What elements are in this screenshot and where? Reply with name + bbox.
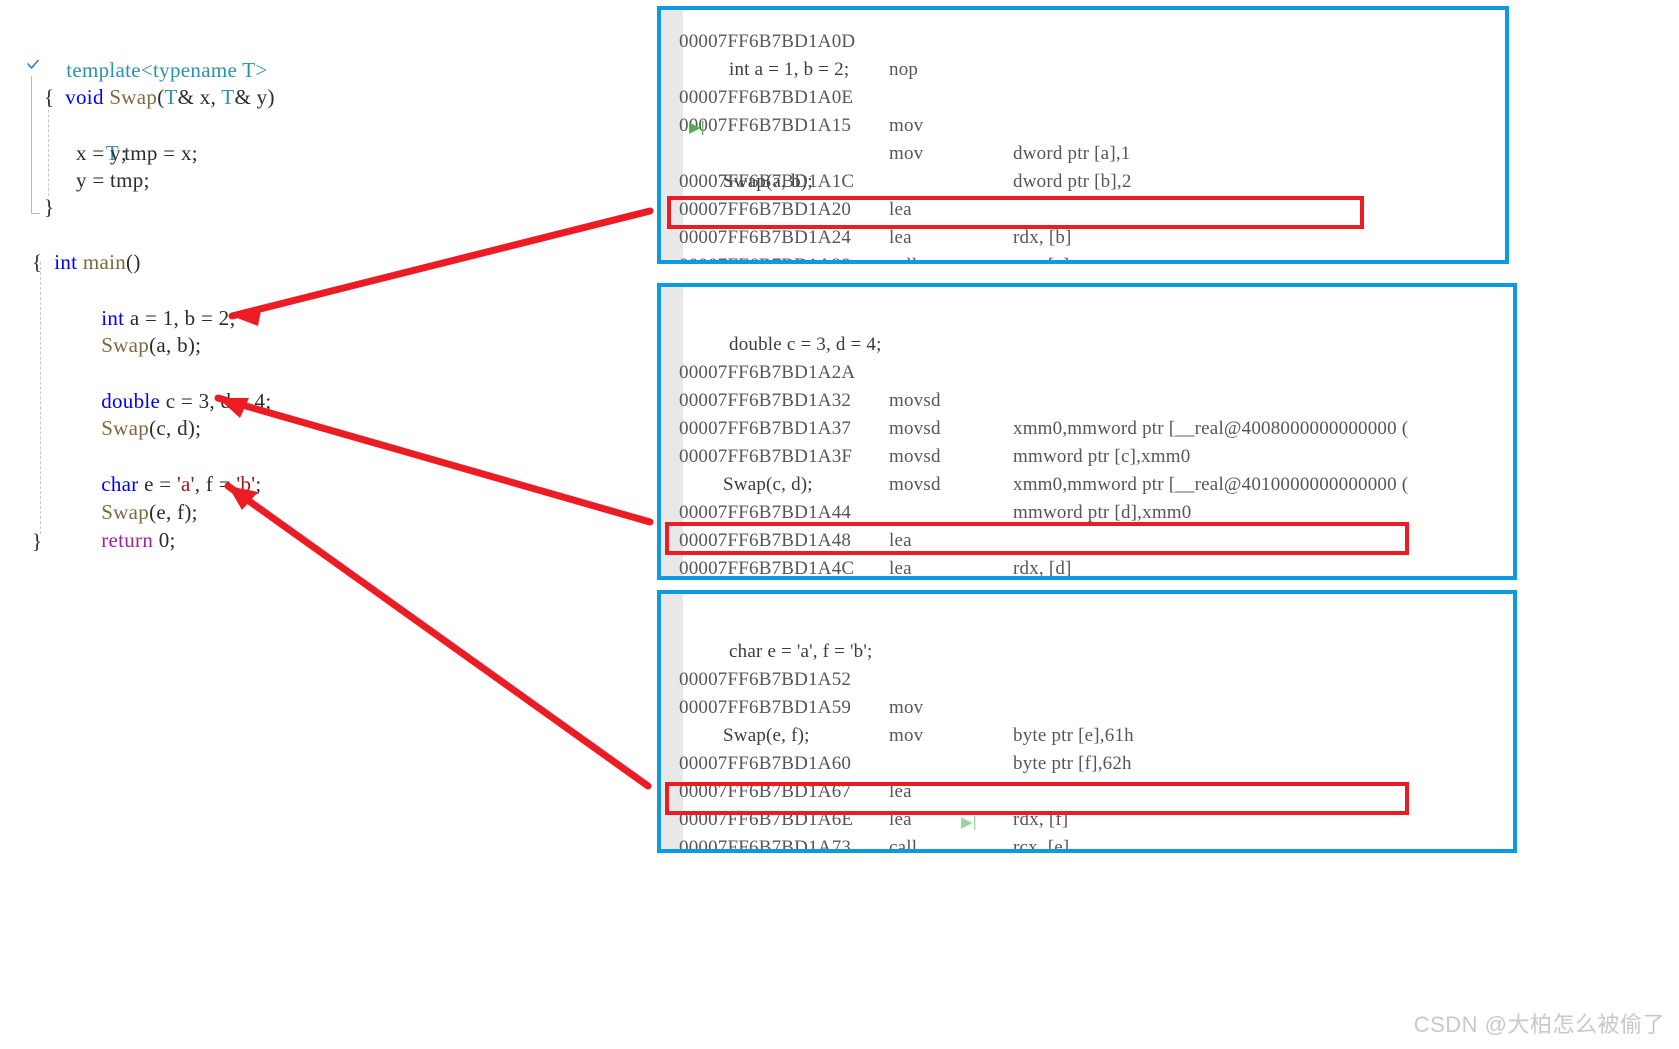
asm-address: 00007FF6B7BD1A24 bbox=[679, 227, 852, 248]
asm-operands: xmm0,mmword ptr [__real@4008000000000000… bbox=[1013, 418, 1409, 439]
collapse-chevron-icon[interactable] bbox=[26, 58, 40, 72]
code-line: { bbox=[44, 85, 55, 109]
asm-address: 00007FF6B7BD1A37 bbox=[679, 418, 852, 439]
asm-mnemonic: movsd bbox=[889, 474, 941, 495]
asm-address: 00007FF6B7BD1A0D bbox=[679, 31, 856, 52]
code-line: return 0; bbox=[101, 528, 176, 552]
asm-operands: byte ptr [f],62h bbox=[1013, 753, 1132, 774]
asm-mnemonic: mov bbox=[889, 143, 924, 164]
asm-mnemonic: movsd bbox=[889, 390, 941, 411]
asm-operands: dword ptr [b],2 bbox=[1013, 171, 1132, 192]
asm-operands: rdx, [b] bbox=[1013, 227, 1072, 248]
code-token: Swap bbox=[109, 85, 158, 109]
source-text: double c = 3, d = 4; bbox=[729, 334, 882, 355]
asm-mnemonic: call bbox=[889, 252, 917, 260]
watermark: CSDN @大柏怎么被偷了 bbox=[1413, 1012, 1665, 1037]
disassembly-panel-int: 00007FF6B7BD1A0D nop int a = 1, b = 2; 0… bbox=[657, 6, 1509, 264]
code-line: { bbox=[32, 250, 43, 274]
asm-address: 00007FF6B7BD1A29 bbox=[679, 252, 851, 260]
asm-row[interactable]: 00007FF6B7BD1A29 nop bbox=[661, 224, 851, 260]
code-token: void bbox=[65, 85, 104, 109]
step-marker-icon[interactable]: ▶| bbox=[689, 120, 705, 135]
asm-mnemonic: movsd bbox=[889, 446, 941, 467]
asm-address: 00007FF6B7BD1A73 bbox=[679, 837, 852, 853]
asm-operands: dword ptr [a],1 bbox=[1013, 143, 1131, 164]
asm-operands: rcx, [e] bbox=[1013, 837, 1070, 853]
source-text: Swap(e, f); bbox=[723, 725, 810, 746]
asm-mnemonic: mov bbox=[889, 725, 924, 746]
asm-address: 00007FF6B7BD1A4C bbox=[679, 558, 855, 579]
asm-address: 00007FF6B7BD1A48 bbox=[679, 530, 852, 551]
asm-mnemonic: call bbox=[889, 837, 918, 853]
asm-mnemonic: lea bbox=[889, 558, 912, 579]
asm-operands: rcx, [a] bbox=[1013, 252, 1069, 260]
source-text: int a = 1, b = 2; bbox=[729, 59, 850, 80]
asm-operands: mmword ptr [d],xmm0 bbox=[1013, 502, 1192, 523]
asm-address: 00007FF6B7BD1A0E bbox=[679, 87, 854, 108]
disassembly-panel-char: char e = 'a', f = 'b'; 00007FF6B7BD1A52 … bbox=[657, 590, 1517, 853]
asm-mnemonic: nop bbox=[889, 59, 919, 80]
asm-row[interactable]: 00007FF6B7BD1A73 nop ▶| bbox=[661, 806, 977, 849]
asm-mnemonic: lea bbox=[889, 809, 912, 830]
asm-operands: rdx, [f] bbox=[1013, 809, 1069, 830]
code-line: } bbox=[44, 195, 55, 219]
asm-mnemonic: lea bbox=[889, 227, 912, 248]
asm-address: 00007FF6B7BD1A6E bbox=[679, 809, 854, 830]
asm-address: 00007FF6B7BD1A60 bbox=[679, 753, 852, 774]
asm-operands: xmm0,mmword ptr [__real@4010000000000000… bbox=[1013, 474, 1409, 495]
code-line: } bbox=[32, 529, 43, 553]
asm-address: 00007FF6B7BD1A2A bbox=[679, 362, 856, 383]
asm-address: 00007FF6B7BD1A67 bbox=[679, 781, 852, 802]
code-line: x = y; bbox=[76, 141, 127, 165]
asm-mnemonic: lea bbox=[889, 781, 912, 802]
code-line: y = tmp; bbox=[76, 168, 150, 192]
asm-address: 00007FF6B7BD1A59 bbox=[679, 697, 852, 718]
asm-row[interactable]: 00007FF6B7BD1A51 nop bbox=[661, 555, 681, 576]
asm-operands: rdx, [d] bbox=[1013, 558, 1072, 579]
step-marker-icon[interactable]: ▶| bbox=[961, 815, 977, 830]
disassembly-panel-double: double c = 3, d = 4; 00007FF6B7BD1A2A mo… bbox=[657, 283, 1517, 580]
asm-address: 00007FF6B7BD1A44 bbox=[679, 502, 852, 523]
code-token: int bbox=[54, 250, 78, 274]
asm-mnemonic: mov bbox=[889, 697, 924, 718]
asm-mnemonic: lea bbox=[889, 199, 912, 220]
asm-operands: byte ptr [e],61h bbox=[1013, 725, 1134, 746]
asm-address: 00007FF6B7BD1A1C bbox=[679, 171, 855, 192]
asm-address: 00007FF6B7BD1A3F bbox=[679, 446, 853, 467]
asm-address: 00007FF6B7BD1A52 bbox=[679, 669, 852, 690]
asm-address: 00007FF6B7BD1A20 bbox=[679, 199, 852, 220]
source-text: char e = 'a', f = 'b'; bbox=[729, 641, 873, 662]
scope-guide-bar bbox=[31, 76, 32, 214]
asm-mnemonic: mov bbox=[889, 115, 924, 136]
scope-guide-foot bbox=[31, 213, 40, 214]
asm-address: 00007FF6B7BD1A32 bbox=[679, 390, 852, 411]
asm-mnemonic: movsd bbox=[889, 418, 941, 439]
asm-mnemonic: lea bbox=[889, 530, 912, 551]
source-text: Swap(c, d); bbox=[723, 474, 813, 495]
asm-operands: mmword ptr [c],xmm0 bbox=[1013, 446, 1191, 467]
source-code-pane: template<typename T> void Swap(T& x, T& … bbox=[0, 0, 640, 600]
